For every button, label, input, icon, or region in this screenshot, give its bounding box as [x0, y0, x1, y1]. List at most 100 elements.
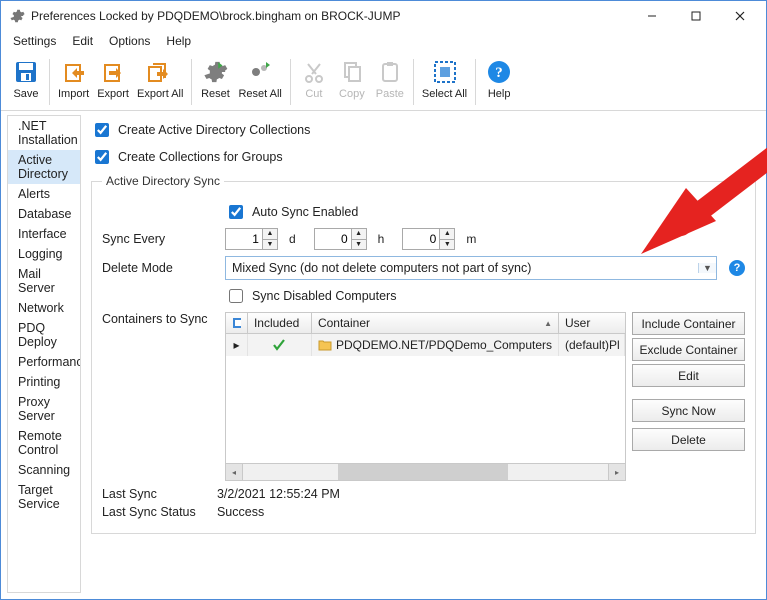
- toolbar-select-all[interactable]: Select All: [418, 55, 471, 100]
- last-sync-label: Last Sync: [102, 487, 217, 501]
- chk-sync-disabled[interactable]: Sync Disabled Computers: [225, 286, 397, 306]
- minimize-button[interactable]: [630, 2, 674, 31]
- sync-days-spinner[interactable]: ▲▼: [225, 228, 278, 250]
- col-container[interactable]: Container▲: [312, 313, 559, 333]
- gear-icon: [9, 8, 25, 24]
- container-buttons: Include Container Exclude Container Edit…: [632, 312, 745, 451]
- save-icon: [11, 57, 41, 87]
- sidebar-item-active-directory[interactable]: Active Directory: [8, 150, 80, 184]
- copy-icon: [337, 57, 367, 87]
- delete-mode-label: Delete Mode: [102, 261, 217, 275]
- sync-every-label: Sync Every: [102, 232, 217, 246]
- sidebar-item-performance[interactable]: Performance: [8, 352, 80, 372]
- reset-icon: [200, 57, 230, 87]
- sync-now-button[interactable]: Sync Now: [632, 399, 745, 422]
- category-sidebar: .NET InstallationActive DirectoryAlertsD…: [7, 115, 81, 593]
- sidebar-item-remote-control[interactable]: Remote Control: [8, 426, 80, 460]
- menu-settings[interactable]: Settings: [5, 31, 64, 53]
- sidebar-item-mail-server[interactable]: Mail Server: [8, 264, 80, 298]
- toolbar-save[interactable]: Save: [7, 55, 45, 100]
- sidebar-item-network[interactable]: Network: [8, 298, 80, 318]
- sync-hours-spinner[interactable]: ▲▼: [314, 228, 367, 250]
- sidebar-item-scanning[interactable]: Scanning: [8, 460, 80, 480]
- delete-mode-dropdown[interactable]: Mixed Sync (do not delete computers not …: [225, 256, 717, 280]
- sort-asc-icon: ▲: [544, 319, 552, 328]
- table-header: Included Container▲ User: [225, 312, 626, 334]
- col-included[interactable]: Included: [248, 313, 312, 333]
- close-button[interactable]: [718, 2, 762, 31]
- containers-label: Containers to Sync: [102, 312, 217, 326]
- edit-button[interactable]: Edit: [632, 364, 745, 387]
- user-cell: (default)Pl: [559, 334, 625, 356]
- last-sync-status-value: Success: [217, 505, 264, 519]
- included-check-icon: [248, 334, 312, 356]
- menu-edit[interactable]: Edit: [64, 31, 101, 53]
- reset-all-icon: [245, 57, 275, 87]
- spin-down[interactable]: ▼: [440, 240, 454, 250]
- menu-help[interactable]: Help: [158, 31, 199, 53]
- export-icon: [98, 57, 128, 87]
- chk-create-groups[interactable]: Create Collections for Groups: [91, 147, 756, 167]
- container-cell: PDQDEMO.NET/PDQDemo_Computers: [312, 334, 559, 356]
- active-directory-sync-group: Active Directory Sync Auto Sync Enabled …: [91, 174, 756, 534]
- chevron-down-icon: ▼: [698, 263, 716, 273]
- select-all-icon: [430, 57, 460, 87]
- spin-down[interactable]: ▼: [263, 240, 277, 250]
- sidebar-item-logging[interactable]: Logging: [8, 244, 80, 264]
- help-icon: ?: [484, 57, 514, 87]
- sidebar-item-target-service[interactable]: Target Service: [8, 480, 80, 514]
- sidebar-item-printing[interactable]: Printing: [8, 372, 80, 392]
- row-indicator-icon: ▸: [226, 334, 248, 356]
- horizontal-scrollbar[interactable]: ◂ ▸: [225, 464, 626, 481]
- column-picker-icon[interactable]: [226, 313, 248, 333]
- help-icon[interactable]: ?: [729, 260, 745, 276]
- delete-button[interactable]: Delete: [632, 428, 745, 451]
- toolbar-import[interactable]: Import: [54, 55, 93, 100]
- export-all-icon: [145, 57, 175, 87]
- scroll-thumb[interactable]: [338, 464, 508, 480]
- toolbar: Save Import Export Export All Reset Rese…: [1, 53, 766, 111]
- group-title: Active Directory Sync: [102, 174, 224, 188]
- last-sync-status-label: Last Sync Status: [102, 505, 217, 519]
- spin-down[interactable]: ▼: [352, 240, 366, 250]
- spin-up[interactable]: ▲: [352, 229, 366, 240]
- last-sync-value: 3/2/2021 12:55:24 PM: [217, 487, 340, 501]
- scroll-left[interactable]: ◂: [226, 464, 243, 480]
- folder-icon: [318, 339, 332, 351]
- maximize-button[interactable]: [674, 2, 718, 31]
- window-title: Preferences Locked by PDQDEMO\brock.bing…: [31, 9, 630, 23]
- toolbar-export-all[interactable]: Export All: [133, 55, 187, 100]
- sync-minutes-spinner[interactable]: ▲▼: [402, 228, 455, 250]
- import-icon: [59, 57, 89, 87]
- paste-icon: [375, 57, 405, 87]
- sidebar-item-proxy-server[interactable]: Proxy Server: [8, 392, 80, 426]
- toolbar-help[interactable]: ?Help: [480, 55, 518, 100]
- include-container-button[interactable]: Include Container: [632, 312, 745, 335]
- cut-icon: [299, 57, 329, 87]
- exclude-container-button[interactable]: Exclude Container: [632, 338, 745, 361]
- scroll-right[interactable]: ▸: [608, 464, 625, 480]
- menubar: Settings Edit Options Help: [1, 31, 766, 53]
- titlebar: Preferences Locked by PDQDEMO\brock.bing…: [1, 1, 766, 31]
- spin-up[interactable]: ▲: [440, 229, 454, 240]
- chk-create-collections[interactable]: Create Active Directory Collections: [91, 120, 756, 140]
- chk-auto-sync[interactable]: Auto Sync Enabled: [225, 202, 358, 222]
- menu-options[interactable]: Options: [101, 31, 158, 53]
- toolbar-reset-all[interactable]: Reset All: [234, 55, 285, 100]
- col-user[interactable]: User: [559, 313, 625, 333]
- toolbar-export[interactable]: Export: [93, 55, 133, 100]
- toolbar-cut: Cut: [295, 55, 333, 100]
- sidebar-item-pdq-deploy[interactable]: PDQ Deploy: [8, 318, 80, 352]
- spin-up[interactable]: ▲: [263, 229, 277, 240]
- sidebar-item--net-installation[interactable]: .NET Installation: [8, 116, 80, 150]
- sidebar-item-alerts[interactable]: Alerts: [8, 184, 80, 204]
- svg-text:?: ?: [495, 65, 503, 81]
- toolbar-copy: Copy: [333, 55, 371, 100]
- sidebar-item-database[interactable]: Database: [8, 204, 80, 224]
- sidebar-item-interface[interactable]: Interface: [8, 224, 80, 244]
- main-panel: Create Active Directory Collections Crea…: [81, 111, 766, 597]
- containers-table[interactable]: Included Container▲ User ▸ PDQDEMO.NET/P…: [225, 312, 626, 481]
- table-row[interactable]: ▸ PDQDEMO.NET/PDQDemo_Computers (default…: [226, 334, 625, 356]
- toolbar-reset[interactable]: Reset: [196, 55, 234, 100]
- toolbar-paste: Paste: [371, 55, 409, 100]
